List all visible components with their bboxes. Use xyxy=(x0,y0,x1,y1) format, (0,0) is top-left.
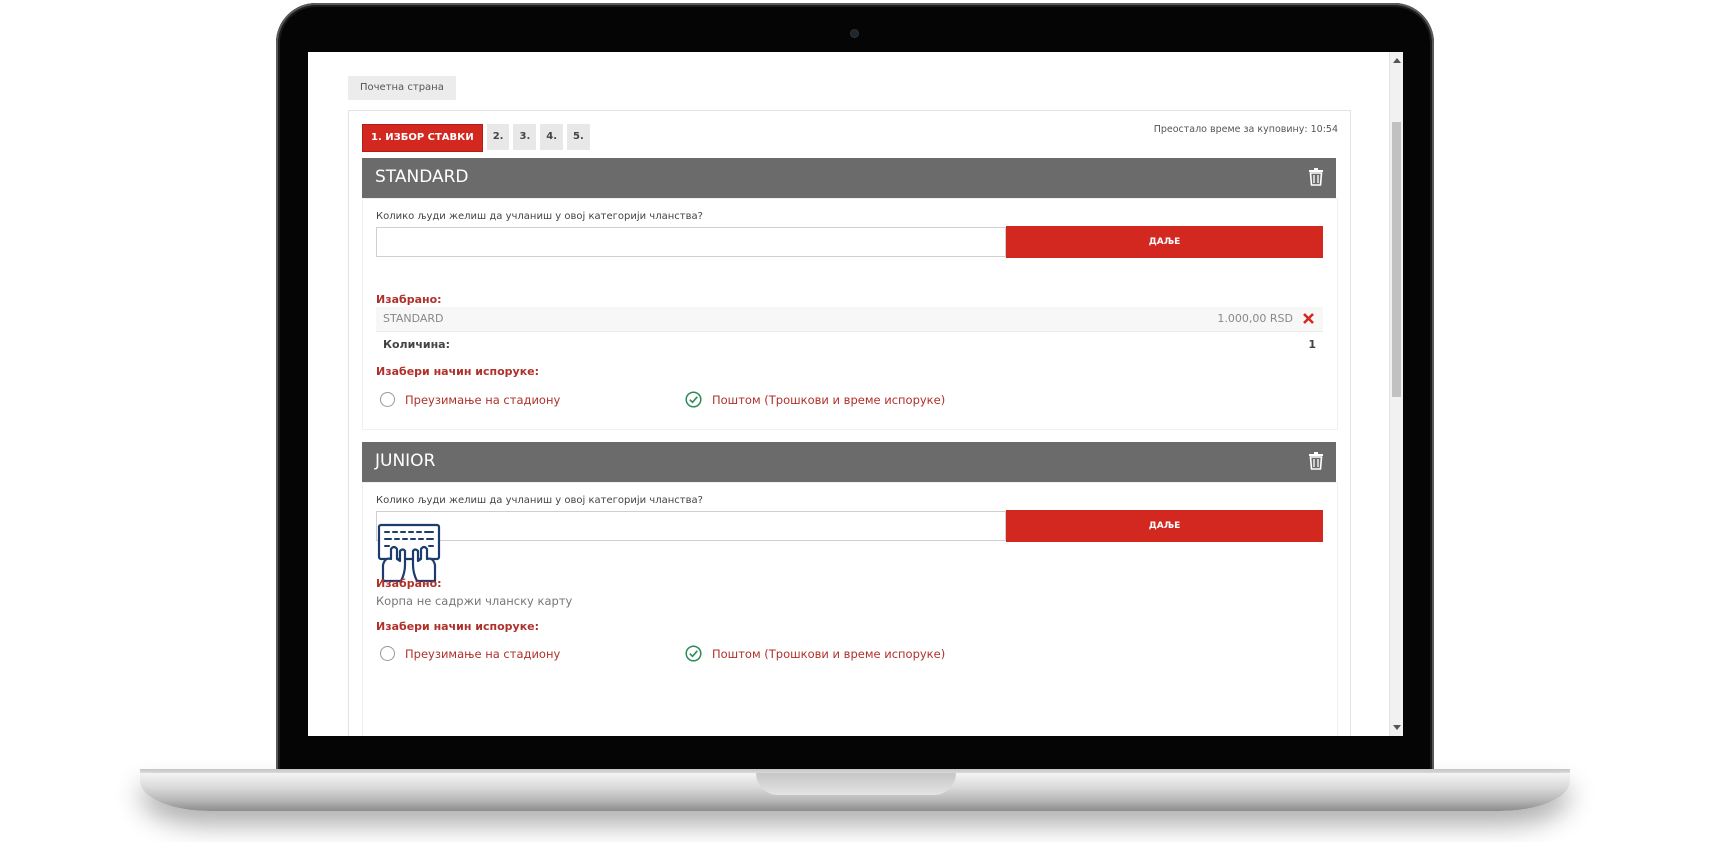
quantity-value: 1 xyxy=(1308,338,1316,351)
purchase-timer: Преостало време за куповину: 10:54 xyxy=(1153,124,1338,135)
quantity-question: Колико људи желиш да учланиш у овој кате… xyxy=(376,495,703,506)
radio-unchecked-icon[interactable] xyxy=(380,392,395,407)
checkout-panel: 1. ИЗБОР СТАВКИ 2. 3. 4. 5. Преостало вр… xyxy=(348,110,1351,736)
item-name: STANDARD xyxy=(383,312,444,325)
trash-icon[interactable] xyxy=(1308,168,1324,186)
check-circle-icon[interactable] xyxy=(685,645,702,662)
category-title: JUNIOR xyxy=(375,451,436,471)
breadcrumb-home[interactable]: Почетна страна xyxy=(348,76,456,100)
step-2[interactable]: 2. xyxy=(486,124,510,150)
quantity-input[interactable] xyxy=(376,511,1006,541)
check-circle-icon[interactable] xyxy=(685,391,702,408)
laptop-notch xyxy=(756,773,956,795)
delivery-option-post[interactable]: Поштом (Трошкови и време испоруке) xyxy=(685,645,945,662)
delivery-option-post-label: Поштом (Трошкови и време испоруке) xyxy=(712,392,946,407)
scrollbar[interactable] xyxy=(1389,52,1403,736)
delivery-option-post[interactable]: Поштом (Трошкови и време испоруке) xyxy=(685,391,945,408)
quantity-row: Количина: 1 xyxy=(376,333,1323,355)
category-header-junior: JUNIOR xyxy=(362,442,1336,482)
selected-label: Изабрано: xyxy=(376,577,442,590)
scroll-up-icon[interactable] xyxy=(1393,58,1401,63)
delivery-option-pickup[interactable]: Преузимање на стадиону xyxy=(380,392,560,407)
category-header-standard: STANDARD xyxy=(362,158,1336,198)
empty-cart-text: Корпа не садржи чланску карту xyxy=(376,594,573,608)
delivery-label: Изабери начин испоруке: xyxy=(376,620,540,633)
step-5[interactable]: 5. xyxy=(567,124,590,150)
category-title: STANDARD xyxy=(375,167,469,187)
delivery-option-pickup[interactable]: Преузимање на стадиону xyxy=(380,646,560,661)
step-1[interactable]: 1. ИЗБОР СТАВКИ xyxy=(362,124,483,152)
item-price: 1.000,00 RSD xyxy=(1217,312,1293,325)
screen: Почетна страна 1. ИЗБОР СТАВКИ 2. 3. 4. … xyxy=(308,52,1403,736)
scroll-down-icon[interactable] xyxy=(1393,725,1401,730)
category-body-standard: Колико људи желиш да учланиш у овој кате… xyxy=(362,198,1338,430)
next-button[interactable]: ДАЉЕ xyxy=(1006,510,1323,542)
trash-icon[interactable] xyxy=(1308,452,1324,470)
step-nav: 1. ИЗБОР СТАВКИ 2. 3. 4. 5. xyxy=(362,124,590,152)
step-3[interactable]: 3. xyxy=(513,124,537,150)
quantity-input[interactable] xyxy=(376,227,1006,257)
scroll-thumb[interactable] xyxy=(1392,122,1401,397)
next-button[interactable]: ДАЉЕ xyxy=(1006,226,1323,258)
close-icon[interactable] xyxy=(1302,312,1315,325)
category-body-junior: Колико људи желиш да учланиш у овој кате… xyxy=(362,482,1338,736)
quantity-question: Колико људи желиш да учланиш у овој кате… xyxy=(376,211,703,222)
selected-label: Изабрано: xyxy=(376,293,442,306)
radio-unchecked-icon[interactable] xyxy=(380,646,395,661)
delivery-label: Изабери начин испоруке: xyxy=(376,365,540,378)
keyboard-hands-icon xyxy=(377,523,441,583)
delivery-option-pickup-label: Преузимање на стадиону xyxy=(405,392,561,407)
delivery-option-post-label: Поштом (Трошкови и време испоруке) xyxy=(712,646,946,661)
selected-item-row: STANDARD 1.000,00 RSD xyxy=(376,307,1323,332)
delivery-option-pickup-label: Преузимање на стадиону xyxy=(405,646,561,661)
step-4[interactable]: 4. xyxy=(540,124,564,150)
laptop-camera xyxy=(851,30,858,37)
quantity-label: Количина: xyxy=(383,338,450,351)
